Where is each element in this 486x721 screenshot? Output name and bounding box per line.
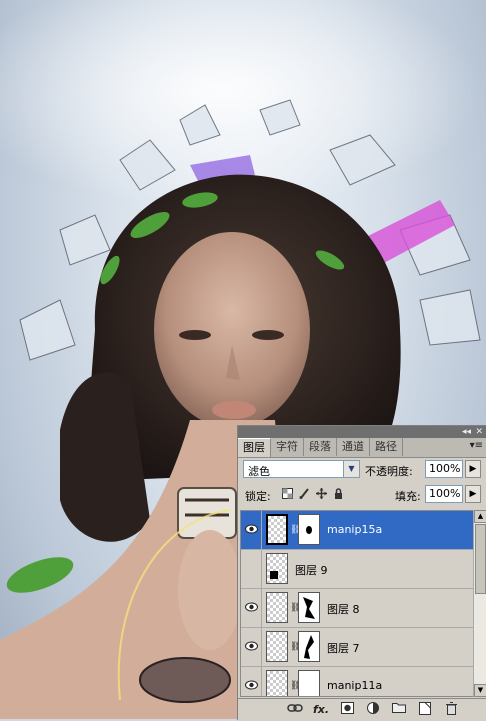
opacity-label: 不透明度:	[365, 465, 413, 478]
layer-thumbnail[interactable]	[266, 553, 288, 584]
mask-link-icon[interactable]: ⛓	[290, 642, 301, 653]
panel-titlebar: ◂◂ ✕	[238, 426, 486, 438]
layer-name[interactable]: 图层 8	[327, 601, 360, 617]
folder-icon[interactable]	[390, 702, 408, 718]
visibility-toggle[interactable]	[241, 550, 262, 588]
mask-link-icon[interactable]: ⛓	[290, 603, 301, 614]
blend-mode-select[interactable]: 滤色 ▼	[243, 460, 360, 478]
layer-name[interactable]: 图层 9	[295, 562, 328, 578]
eye-icon	[245, 602, 258, 612]
layer-row-manip11a[interactable]: ⛓ manip11a	[241, 667, 473, 696]
mask-link-icon[interactable]: ⛓	[290, 681, 301, 692]
layer-name[interactable]: 图层 7	[327, 640, 360, 656]
opacity-slider-button[interactable]: ▶	[465, 460, 481, 478]
tab-character[interactable]: 字符	[271, 438, 304, 456]
visibility-toggle[interactable]	[241, 589, 262, 627]
eye-icon	[245, 641, 258, 651]
panel-bottom-toolbar: fx.	[238, 698, 486, 721]
lock-all-icon[interactable]	[332, 488, 345, 501]
panel-tabs: 图层 字符 段落 通道 路径 ▾≡	[238, 438, 486, 458]
collapse-panel-button[interactable]: ◂◂	[462, 426, 471, 438]
fill-slider-button[interactable]: ▶	[465, 485, 481, 503]
layer-mask-thumbnail[interactable]	[298, 670, 320, 696]
layers-list: ⛓ manip15a 图层 9 ⛓ 图层 8 ⛓ 图层 7 ⛓ manip11a	[240, 510, 474, 697]
visibility-toggle[interactable]	[241, 628, 262, 666]
layers-scrollbar[interactable]: ▲ ▼	[473, 510, 486, 697]
blend-opacity-row: 滤色 ▼ 不透明度: 100% ▶	[243, 459, 482, 481]
fx-icon[interactable]: fx.	[312, 702, 330, 718]
tab-paths[interactable]: 路径	[370, 438, 403, 456]
chevron-down-icon[interactable]: ▼	[343, 461, 359, 477]
lock-label: 锁定:	[245, 490, 271, 503]
fill-field[interactable]: 100%	[425, 485, 463, 503]
layer-name[interactable]: manip11a	[327, 679, 382, 692]
layer-mask-thumbnail[interactable]	[298, 592, 320, 623]
layer-mask-thumbnail[interactable]	[298, 514, 320, 545]
layer-thumbnail[interactable]	[266, 670, 288, 696]
trash-icon[interactable]	[442, 702, 460, 718]
blend-mode-value: 滤色	[248, 465, 270, 478]
tab-channels[interactable]: 通道	[337, 438, 370, 456]
layer-row-manip15a[interactable]: ⛓ manip15a	[241, 511, 473, 550]
scroll-down-button[interactable]: ▼	[474, 684, 486, 697]
eye-icon	[245, 524, 258, 534]
lock-position-icon[interactable]	[315, 488, 328, 501]
tab-paragraph[interactable]: 段落	[304, 438, 337, 456]
opacity-field[interactable]: 100%	[425, 460, 463, 478]
panel-menu-icon[interactable]: ▾≡	[470, 440, 483, 451]
lock-fill-row: 锁定: 填充: 100% ▶	[243, 484, 482, 506]
scroll-up-button[interactable]: ▲	[474, 510, 486, 523]
layers-panel: ◂◂ ✕ 图层 字符 段落 通道 路径 ▾≡ 滤色 ▼ 不透明度: 100% ▶…	[237, 425, 486, 721]
lock-pixels-icon[interactable]	[298, 488, 311, 501]
eye-icon	[245, 680, 258, 690]
new-layer-icon[interactable]	[416, 702, 434, 718]
mask-link-icon[interactable]: ⛓	[290, 525, 301, 536]
lock-transparent-icon[interactable]	[281, 488, 294, 501]
layer-thumbnail[interactable]	[266, 514, 288, 545]
layer-mask-thumbnail[interactable]	[298, 631, 320, 662]
tab-layers[interactable]: 图层	[238, 438, 271, 457]
layer-thumbnail[interactable]	[266, 631, 288, 662]
layer-row-7[interactable]: ⛓ 图层 7	[241, 628, 473, 667]
scroll-thumb[interactable]	[475, 524, 486, 594]
fill-label: 填充:	[395, 490, 421, 503]
layer-row-9[interactable]: 图层 9	[241, 550, 473, 589]
layer-row-8[interactable]: ⛓ 图层 8	[241, 589, 473, 628]
visibility-toggle[interactable]	[241, 511, 262, 549]
close-panel-button[interactable]: ✕	[475, 426, 483, 438]
visibility-toggle[interactable]	[241, 667, 262, 696]
layer-name[interactable]: manip15a	[327, 523, 382, 536]
link-icon[interactable]	[286, 702, 304, 718]
adjustment-icon[interactable]	[364, 702, 382, 718]
layer-thumbnail[interactable]	[266, 592, 288, 623]
mask-icon[interactable]	[338, 702, 356, 718]
